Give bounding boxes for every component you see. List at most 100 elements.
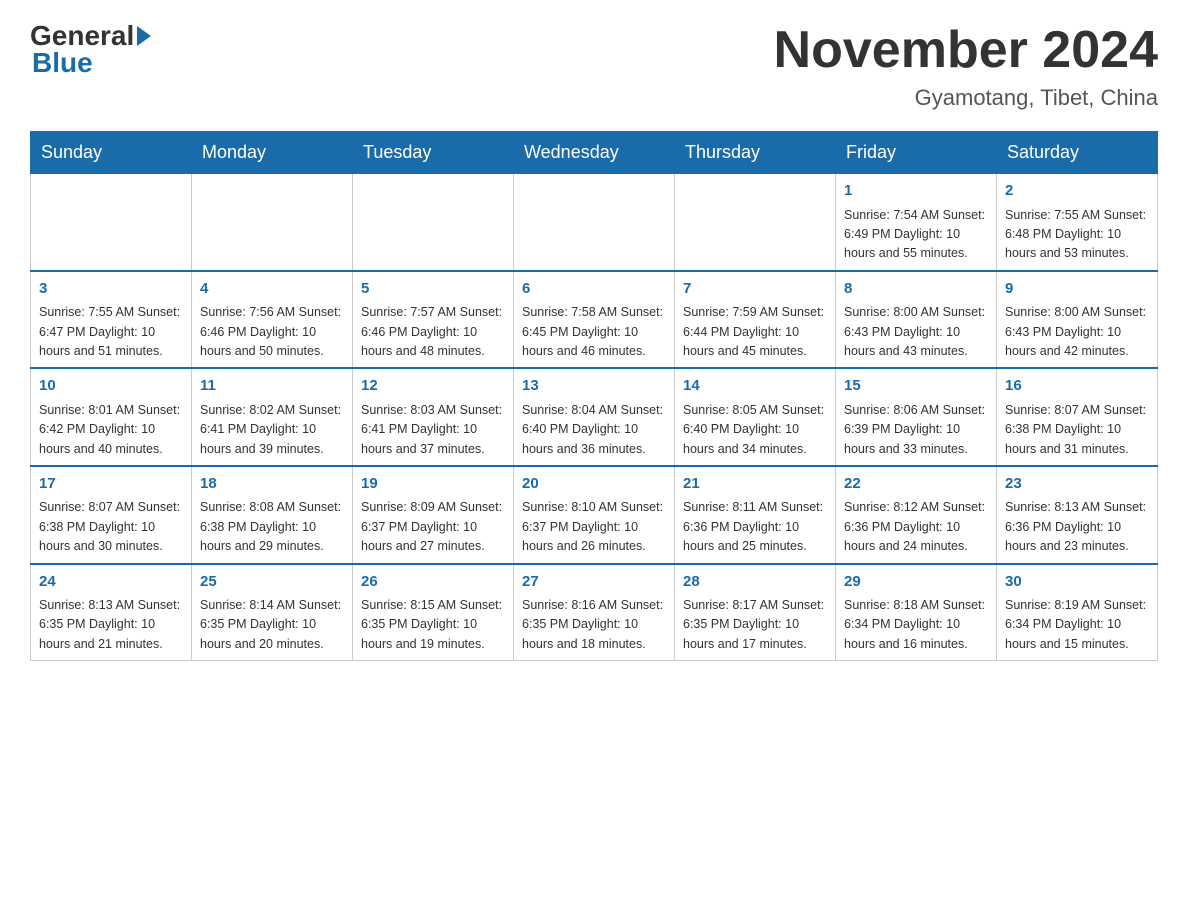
day-info: Sunrise: 8:14 AM Sunset: 6:35 PM Dayligh…	[200, 596, 344, 654]
calendar-cell: 29Sunrise: 8:18 AM Sunset: 6:34 PM Dayli…	[836, 564, 997, 661]
calendar-week-row: 24Sunrise: 8:13 AM Sunset: 6:35 PM Dayli…	[31, 564, 1158, 661]
day-number: 2	[1005, 180, 1149, 203]
weekday-header-friday: Friday	[836, 132, 997, 174]
weekday-header-monday: Monday	[192, 132, 353, 174]
calendar-cell: 14Sunrise: 8:05 AM Sunset: 6:40 PM Dayli…	[675, 368, 836, 466]
calendar-cell: 20Sunrise: 8:10 AM Sunset: 6:37 PM Dayli…	[514, 466, 675, 564]
day-info: Sunrise: 8:18 AM Sunset: 6:34 PM Dayligh…	[844, 596, 988, 654]
day-info: Sunrise: 8:09 AM Sunset: 6:37 PM Dayligh…	[361, 498, 505, 556]
day-info: Sunrise: 7:58 AM Sunset: 6:45 PM Dayligh…	[522, 303, 666, 361]
day-info: Sunrise: 8:19 AM Sunset: 6:34 PM Dayligh…	[1005, 596, 1149, 654]
day-number: 9	[1005, 278, 1149, 301]
calendar-cell: 21Sunrise: 8:11 AM Sunset: 6:36 PM Dayli…	[675, 466, 836, 564]
day-info: Sunrise: 8:03 AM Sunset: 6:41 PM Dayligh…	[361, 401, 505, 459]
calendar-cell	[192, 174, 353, 271]
calendar-week-row: 10 Sunrise: 8:01 AM Sunset: 6:42 PM Dayli…	[31, 368, 1158, 466]
day-number: 10	[39, 375, 183, 398]
day-info: Sunrise: 7:55 AM Sunset: 6:47 PM Dayligh…	[39, 303, 183, 361]
day-number: 21	[683, 473, 827, 496]
day-info: Sunrise: 8:01 AM Sunset: 6:42 PM Dayligh…	[39, 401, 183, 459]
day-info: Sunrise: 8:08 AM Sunset: 6:38 PM Dayligh…	[200, 498, 344, 556]
calendar-cell	[514, 174, 675, 271]
calendar-cell: 11 Sunrise: 8:02 AM Sunset: 6:41 PM Dayli…	[192, 368, 353, 466]
day-info: Sunrise: 8:06 AM Sunset: 6:39 PM Dayligh…	[844, 401, 988, 459]
day-number: 12	[361, 375, 505, 398]
logo-blue-text: Blue	[32, 47, 93, 79]
day-info: Sunrise: 8:07 AM Sunset: 6:38 PM Dayligh…	[1005, 401, 1149, 459]
day-number: 13	[522, 375, 666, 398]
day-info: Sunrise: 8:11 AM Sunset: 6:36 PM Dayligh…	[683, 498, 827, 556]
day-number: 8	[844, 278, 988, 301]
month-year-title: November 2024	[774, 20, 1158, 80]
day-number: 23	[1005, 473, 1149, 496]
calendar-header-row: SundayMondayTuesdayWednesdayThursdayFrid…	[31, 132, 1158, 174]
page-header: General Blue November 2024 Gyamotang, Ti…	[30, 20, 1158, 111]
day-info: Sunrise: 7:54 AM Sunset: 6:49 PM Dayligh…	[844, 206, 988, 264]
calendar-table: SundayMondayTuesdayWednesdayThursdayFrid…	[30, 131, 1158, 661]
day-info: Sunrise: 8:16 AM Sunset: 6:35 PM Dayligh…	[522, 596, 666, 654]
day-info: Sunrise: 7:57 AM Sunset: 6:46 PM Dayligh…	[361, 303, 505, 361]
day-number: 17	[39, 473, 183, 496]
day-number: 26	[361, 571, 505, 594]
location-subtitle: Gyamotang, Tibet, China	[774, 85, 1158, 111]
calendar-cell: 6Sunrise: 7:58 AM Sunset: 6:45 PM Daylig…	[514, 271, 675, 369]
day-info: Sunrise: 7:56 AM Sunset: 6:46 PM Dayligh…	[200, 303, 344, 361]
calendar-cell: 17Sunrise: 8:07 AM Sunset: 6:38 PM Dayli…	[31, 466, 192, 564]
day-number: 30	[1005, 571, 1149, 594]
calendar-cell: 10 Sunrise: 8:01 AM Sunset: 6:42 PM Dayli…	[31, 368, 192, 466]
calendar-cell: 3Sunrise: 7:55 AM Sunset: 6:47 PM Daylig…	[31, 271, 192, 369]
calendar-week-row: 1 Sunrise: 7:54 AM Sunset: 6:49 PM Daylig…	[31, 174, 1158, 271]
calendar-cell: 28Sunrise: 8:17 AM Sunset: 6:35 PM Dayli…	[675, 564, 836, 661]
day-number: 24	[39, 571, 183, 594]
day-info: Sunrise: 8:10 AM Sunset: 6:37 PM Dayligh…	[522, 498, 666, 556]
day-number: 7	[683, 278, 827, 301]
calendar-cell	[31, 174, 192, 271]
calendar-week-row: 17Sunrise: 8:07 AM Sunset: 6:38 PM Dayli…	[31, 466, 1158, 564]
calendar-cell: 5Sunrise: 7:57 AM Sunset: 6:46 PM Daylig…	[353, 271, 514, 369]
day-number: 15	[844, 375, 988, 398]
logo-arrow-icon	[137, 26, 151, 46]
calendar-cell: 25Sunrise: 8:14 AM Sunset: 6:35 PM Dayli…	[192, 564, 353, 661]
calendar-cell: 15 Sunrise: 8:06 AM Sunset: 6:39 PM Dayli…	[836, 368, 997, 466]
day-number: 25	[200, 571, 344, 594]
day-number: 16	[1005, 375, 1149, 398]
title-section: November 2024 Gyamotang, Tibet, China	[774, 20, 1158, 111]
day-info: Sunrise: 8:13 AM Sunset: 6:35 PM Dayligh…	[39, 596, 183, 654]
calendar-cell: 26Sunrise: 8:15 AM Sunset: 6:35 PM Dayli…	[353, 564, 514, 661]
calendar-cell: 27Sunrise: 8:16 AM Sunset: 6:35 PM Dayli…	[514, 564, 675, 661]
day-info: Sunrise: 8:13 AM Sunset: 6:36 PM Dayligh…	[1005, 498, 1149, 556]
calendar-cell: 23Sunrise: 8:13 AM Sunset: 6:36 PM Dayli…	[997, 466, 1158, 564]
day-number: 19	[361, 473, 505, 496]
day-info: Sunrise: 8:00 AM Sunset: 6:43 PM Dayligh…	[1005, 303, 1149, 361]
weekday-header-saturday: Saturday	[997, 132, 1158, 174]
day-number: 20	[522, 473, 666, 496]
calendar-cell: 1 Sunrise: 7:54 AM Sunset: 6:49 PM Daylig…	[836, 174, 997, 271]
calendar-cell: 2 Sunrise: 7:55 AM Sunset: 6:48 PM Daylig…	[997, 174, 1158, 271]
day-number: 29	[844, 571, 988, 594]
weekday-header-thursday: Thursday	[675, 132, 836, 174]
calendar-cell: 16 Sunrise: 8:07 AM Sunset: 6:38 PM Dayli…	[997, 368, 1158, 466]
calendar-cell: 9Sunrise: 8:00 AM Sunset: 6:43 PM Daylig…	[997, 271, 1158, 369]
weekday-header-tuesday: Tuesday	[353, 132, 514, 174]
calendar-cell: 30Sunrise: 8:19 AM Sunset: 6:34 PM Dayli…	[997, 564, 1158, 661]
day-number: 28	[683, 571, 827, 594]
day-info: Sunrise: 7:55 AM Sunset: 6:48 PM Dayligh…	[1005, 206, 1149, 264]
day-number: 18	[200, 473, 344, 496]
day-info: Sunrise: 7:59 AM Sunset: 6:44 PM Dayligh…	[683, 303, 827, 361]
day-number: 3	[39, 278, 183, 301]
day-number: 11	[200, 375, 344, 398]
day-number: 5	[361, 278, 505, 301]
calendar-cell: 4Sunrise: 7:56 AM Sunset: 6:46 PM Daylig…	[192, 271, 353, 369]
day-info: Sunrise: 8:15 AM Sunset: 6:35 PM Dayligh…	[361, 596, 505, 654]
day-info: Sunrise: 8:05 AM Sunset: 6:40 PM Dayligh…	[683, 401, 827, 459]
day-number: 1	[844, 180, 988, 203]
calendar-cell	[675, 174, 836, 271]
calendar-cell: 7Sunrise: 7:59 AM Sunset: 6:44 PM Daylig…	[675, 271, 836, 369]
day-info: Sunrise: 8:02 AM Sunset: 6:41 PM Dayligh…	[200, 401, 344, 459]
day-number: 22	[844, 473, 988, 496]
calendar-cell	[353, 174, 514, 271]
calendar-cell: 8Sunrise: 8:00 AM Sunset: 6:43 PM Daylig…	[836, 271, 997, 369]
day-info: Sunrise: 8:07 AM Sunset: 6:38 PM Dayligh…	[39, 498, 183, 556]
day-number: 27	[522, 571, 666, 594]
calendar-cell: 24Sunrise: 8:13 AM Sunset: 6:35 PM Dayli…	[31, 564, 192, 661]
